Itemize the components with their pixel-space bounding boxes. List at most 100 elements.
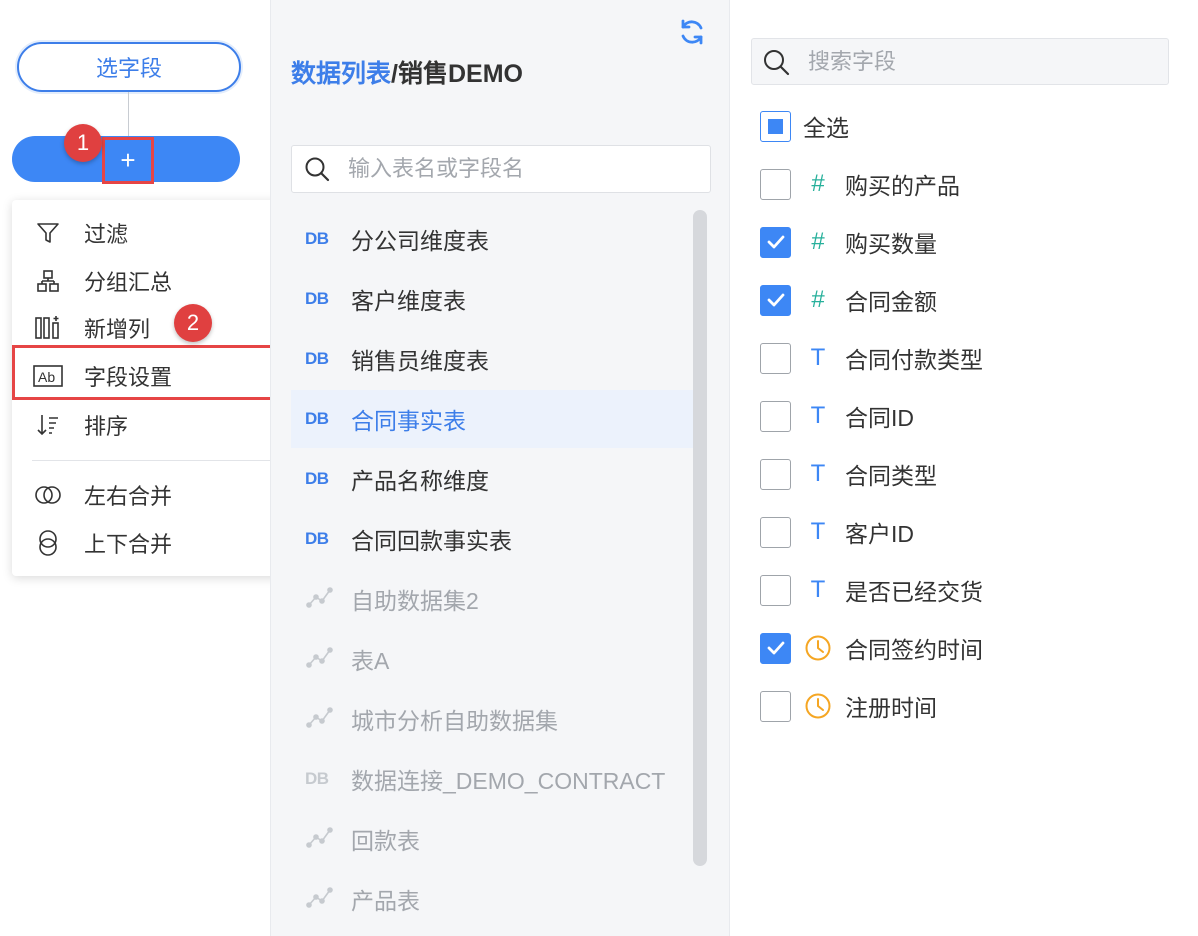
dataset-icon — [305, 705, 337, 734]
table-search-box[interactable] — [291, 145, 711, 193]
field-name: 是否已经交货 — [845, 579, 983, 605]
table-list-item[interactable]: DB 销售员维度表 — [291, 330, 696, 388]
breadcrumb-current: 销售DEMO — [397, 60, 523, 88]
checked-checkbox[interactable] — [760, 632, 791, 664]
table-name: 产品名称维度 — [351, 468, 489, 494]
step-badge-1: 1 — [64, 124, 102, 162]
table-list-item[interactable]: DB 产品名称维度 — [291, 450, 696, 508]
breadcrumb-data-list-link[interactable]: 数据列表 — [291, 60, 391, 88]
clock-icon — [803, 692, 833, 720]
menu-item-label: 排序 — [84, 414, 129, 439]
table-list-scrollbar[interactable] — [693, 210, 707, 866]
field-row[interactable]: T 是否已经交货 — [760, 573, 983, 607]
table-name: 合同事实表 — [351, 408, 466, 434]
table-list-item[interactable]: 自助数据集2 — [291, 570, 696, 628]
table-list-item[interactable]: DB 客户维度表 — [291, 270, 696, 328]
table-name: 表A — [351, 648, 390, 674]
checkbox[interactable] — [760, 574, 791, 606]
sort-icon — [32, 412, 64, 438]
field-settings-highlight — [12, 345, 293, 400]
table-name: 城市分析自助数据集 — [351, 708, 558, 734]
checkbox[interactable] — [760, 400, 791, 432]
field-row[interactable]: 合同签约时间 — [760, 631, 983, 665]
table-list-item[interactable]: 城市分析自助数据集 — [291, 690, 696, 748]
table-name: 客户维度表 — [351, 288, 466, 314]
text-type-icon: T — [810, 576, 826, 603]
select-all-checkbox[interactable] — [760, 110, 791, 142]
breadcrumb-separator: / — [391, 60, 398, 88]
checked-checkbox[interactable] — [760, 284, 791, 316]
field-row[interactable]: T 合同类型 — [760, 457, 937, 491]
field-name: 购买的产品 — [845, 173, 960, 199]
field-name: 合同付款类型 — [845, 347, 983, 373]
group-summary-icon — [32, 268, 64, 294]
checkbox[interactable] — [760, 342, 791, 374]
database-icon: DB — [305, 409, 329, 428]
menu-item-label: 分组汇总 — [84, 270, 173, 295]
number-type-icon: # — [811, 228, 825, 255]
table-list-item[interactable]: 表A — [291, 630, 696, 688]
table-list-item[interactable]: 产品表 — [291, 870, 696, 928]
table-list-item[interactable]: DB 合同回款事实表 — [291, 510, 696, 568]
table-name: 分公司维度表 — [351, 228, 489, 254]
dataset-icon — [305, 645, 337, 674]
table-name: 合同回款事实表 — [351, 528, 512, 554]
table-search-input[interactable] — [348, 156, 688, 182]
menu-item-label: 上下合并 — [84, 532, 173, 557]
database-icon: DB — [305, 529, 329, 548]
checkbox[interactable] — [760, 690, 791, 722]
table-list-panel: 数据列表/销售DEMO DB 分公司维度表 DB 客户维度表 DB 销售员维度表 DB 合同事… — [270, 0, 730, 936]
field-name: 注册时间 — [845, 695, 937, 721]
flow-panel: 选字段 + 1 过滤 分组汇总 新增列 Ab 字段设置 排序 左右合并 上下合并… — [0, 0, 293, 936]
menu-item-horizontal-merge[interactable]: 左右合并 — [12, 472, 292, 518]
select-all-label: 全选 — [803, 115, 849, 141]
table-list-item[interactable]: DB 分公司维度表 — [291, 210, 696, 268]
refresh-icon[interactable] — [677, 17, 707, 47]
field-row[interactable]: # 购买数量 — [760, 225, 937, 259]
field-row[interactable]: # 合同金额 — [760, 283, 937, 317]
database-icon: DB — [305, 469, 329, 488]
database-icon: DB — [305, 769, 329, 788]
menu-item-group-summary[interactable]: 分组汇总 — [12, 258, 292, 304]
table-list-item[interactable]: 回款表 — [291, 810, 696, 868]
table-name: 回款表 — [351, 828, 420, 854]
field-name: 合同签约时间 — [845, 637, 983, 663]
field-search-input[interactable] — [808, 48, 1148, 75]
database-icon: DB — [305, 289, 329, 308]
checkbox[interactable] — [760, 458, 791, 490]
menu-item-filter[interactable]: 过滤 — [12, 210, 292, 256]
filter-icon — [32, 220, 64, 246]
add-step-button[interactable]: + — [102, 137, 154, 184]
breadcrumb: 数据列表/销售DEMO — [291, 54, 523, 90]
badge-1-text: 1 — [76, 130, 90, 155]
text-type-icon: T — [810, 518, 826, 545]
field-search-box[interactable] — [751, 38, 1169, 85]
menu-item-vertical-merge[interactable]: 上下合并 — [12, 520, 292, 566]
field-row[interactable]: # 购买的产品 — [760, 167, 960, 201]
dataset-icon — [305, 585, 337, 614]
checked-checkbox[interactable] — [760, 226, 791, 258]
field-list-panel: 全选 # 购买的产品 # 购买数量 # 合同金额 T 合同付款类型 T 合同ID T 合同类型 T 客户I… — [731, 0, 1198, 936]
step-badge-2: 2 — [174, 304, 212, 342]
number-type-icon: # — [811, 286, 825, 313]
checkbox[interactable] — [760, 516, 791, 548]
dataset-icon — [305, 885, 337, 914]
field-row[interactable]: T 合同付款类型 — [760, 341, 983, 375]
menu-item-label: 左右合并 — [84, 484, 173, 509]
checkbox[interactable] — [760, 168, 791, 200]
menu-item-sort[interactable]: 排序 — [12, 402, 292, 448]
table-name: 数据连接_DEMO_CONTRACT — [351, 768, 666, 794]
database-icon: DB — [305, 229, 329, 248]
select-fields-step[interactable]: 选字段 — [17, 42, 241, 92]
field-row[interactable]: 注册时间 — [760, 689, 937, 723]
table-list-item[interactable]: DB 合同事实表 — [291, 390, 696, 448]
field-row[interactable]: T 客户ID — [760, 515, 914, 549]
database-icon: DB — [305, 349, 329, 368]
field-row[interactable]: T 合同ID — [760, 399, 914, 433]
plus-icon: + — [120, 145, 136, 175]
select-all-row[interactable]: 全选 — [760, 109, 849, 143]
table-list-item[interactable]: DB 数据连接_DEMO_CONTRACT — [291, 750, 696, 808]
search-icon — [762, 48, 790, 76]
field-name: 客户ID — [845, 521, 914, 547]
menu-divider — [32, 460, 292, 461]
